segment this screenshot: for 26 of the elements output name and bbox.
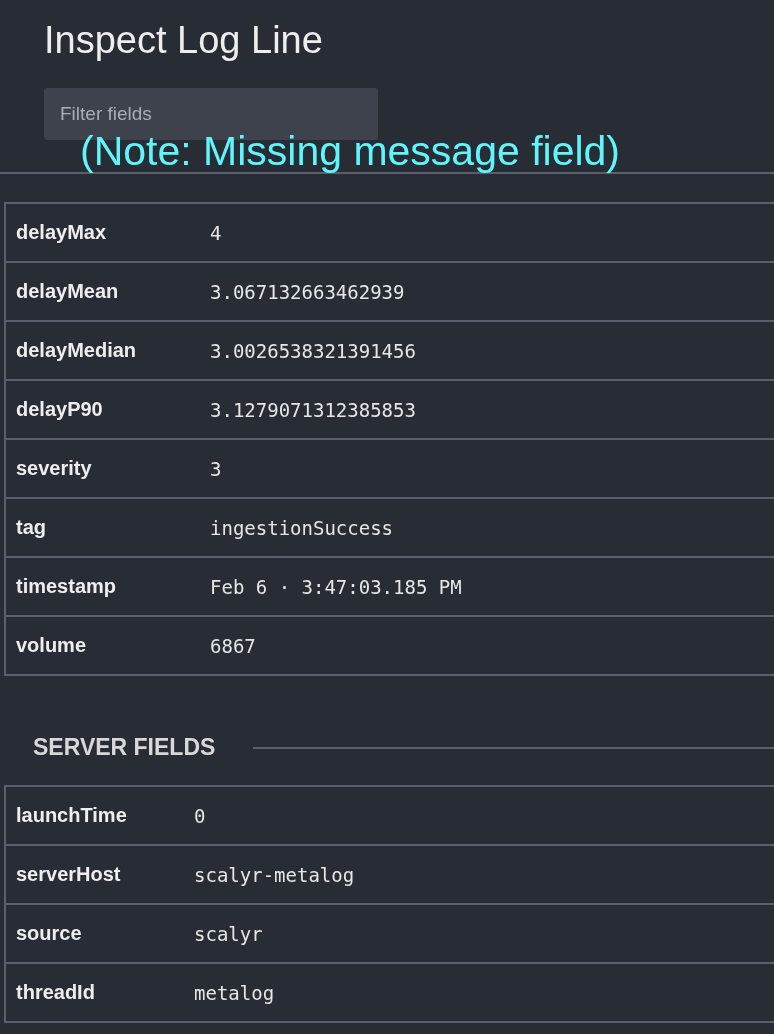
field-name: delayMedian — [15, 339, 138, 362]
field-name: threadId — [15, 981, 96, 1004]
field-name: tag — [15, 516, 47, 539]
field-value: 3.1279071312385853 — [210, 398, 416, 421]
field-name: delayMean — [15, 280, 120, 303]
field-value: 4 — [210, 221, 222, 244]
panel-title: Inspect Log Line — [43, 18, 324, 63]
field-value: 6867 — [210, 634, 256, 657]
field-value: ingestionSuccess — [210, 516, 394, 539]
field-name: severity — [15, 457, 93, 480]
field-value: 3 — [210, 457, 222, 480]
field-name: timestamp — [15, 575, 118, 598]
field-name: delayMax — [15, 221, 108, 244]
field-name: launchTime — [15, 804, 128, 827]
field-name: source — [15, 922, 83, 945]
field-value: scalyr-metalog — [194, 863, 355, 886]
field-value: 3.067132663462939 — [210, 280, 405, 303]
field-value: scalyr — [194, 922, 263, 945]
field-value: Feb 6 · 3:47:03.185 PM — [210, 575, 462, 598]
field-value: 3.0026538321391456 — [210, 339, 416, 362]
field-name: serverHost — [15, 863, 122, 886]
field-value: 0 — [194, 804, 206, 827]
field-value: metalog — [194, 981, 275, 1004]
section-heading: SERVER FIELDS — [33, 734, 216, 761]
field-name: volume — [15, 634, 88, 657]
field-name: delayP90 — [15, 398, 104, 421]
